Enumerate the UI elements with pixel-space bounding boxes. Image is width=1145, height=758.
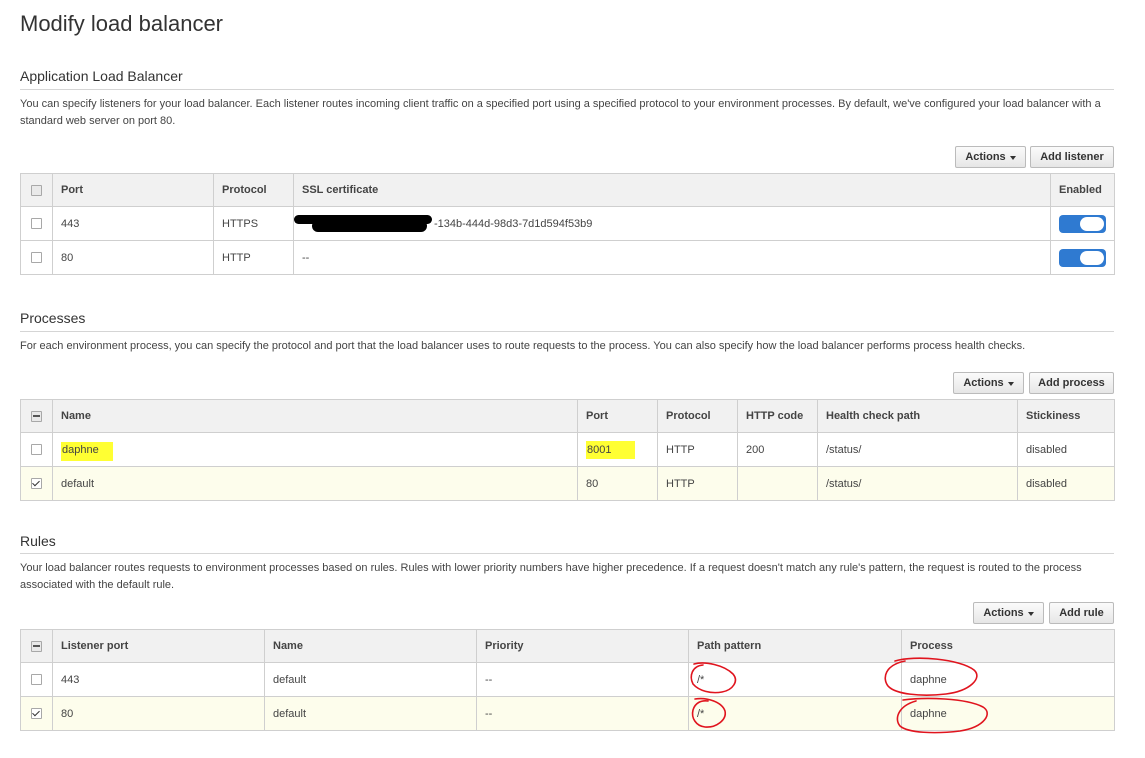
column-header: Port [52, 173, 214, 207]
processes-divider [20, 331, 1114, 332]
processes-section-title: Processes [20, 310, 86, 326]
ssl-certificate: -134b-444d-98d3-7d1d594f53b9 [434, 217, 593, 230]
enabled-toggle[interactable] [1059, 248, 1106, 267]
rule-process: daphne [910, 673, 947, 686]
column-header: Health check path [817, 399, 1018, 433]
listener-protocol: HTTPS [213, 206, 294, 241]
process-name: daphne [61, 441, 113, 461]
row-checkbox[interactable] [31, 478, 42, 490]
row-checkbox[interactable] [31, 444, 42, 456]
processes-description: For each environment process, you can sp… [20, 340, 1026, 352]
add-listener-button[interactable]: Add listener [1030, 146, 1114, 168]
page-title: Modify load balancer [20, 11, 224, 36]
row-checkbox[interactable] [31, 218, 42, 230]
row-checkbox[interactable] [31, 674, 42, 686]
rules-divider [20, 553, 1114, 554]
row-checkbox[interactable] [31, 708, 42, 720]
column-header: Path pattern [688, 629, 902, 663]
process-port: 80 [577, 466, 658, 501]
table-row[interactable]: 443 HTTPS -134b-444d-98d3-7d1d594f53b9 [20, 206, 1115, 241]
column-header: Process [901, 629, 1115, 663]
listener-port: 80 [52, 240, 214, 275]
column-header: SSL certificate [293, 173, 1051, 207]
rule-name: default [264, 696, 477, 731]
rule-priority: -- [476, 662, 689, 697]
processes-table: Name Port Protocol HTTP code Health chec… [20, 399, 1115, 501]
process-protocol: HTTP [657, 466, 738, 501]
table-row[interactable]: 80 default -- /* daphne [20, 696, 1115, 731]
column-header: HTTP code [737, 399, 818, 433]
column-header: Protocol [213, 173, 294, 207]
alb-section-title: Application Load Balancer [20, 68, 183, 84]
table-header-row: Listener port Name Priority Path pattern… [20, 629, 1115, 663]
process-name: default [52, 466, 578, 501]
alb-actions-button[interactable]: Actions [955, 146, 1026, 168]
caret-down-icon [1027, 611, 1034, 616]
rule-path-pattern: /* [697, 707, 705, 720]
listener-port: 443 [52, 206, 214, 241]
select-all-checkbox[interactable] [31, 640, 42, 652]
caret-down-icon [1007, 381, 1014, 386]
rules-section-title: Rules [20, 533, 56, 549]
processes-actions-button[interactable]: Actions [953, 372, 1024, 394]
rule-name: default [264, 662, 477, 697]
rule-priority: -- [476, 696, 689, 731]
process-http-code [737, 466, 818, 501]
column-header: Port [577, 399, 658, 433]
row-checkbox[interactable] [31, 252, 42, 264]
listener-protocol: HTTP [213, 240, 294, 275]
table-row[interactable]: 443 default -- /* daphne [20, 662, 1115, 697]
rule-process: daphne [910, 707, 947, 720]
column-header: Name [52, 399, 578, 433]
alb-actions-label: Actions [965, 151, 1006, 163]
rules-actions-button[interactable]: Actions [973, 602, 1044, 624]
alb-divider [20, 89, 1114, 90]
add-process-button[interactable]: Add process [1029, 372, 1114, 394]
ssl-certificate: -- [293, 240, 1051, 275]
process-http-code: 200 [737, 432, 818, 467]
add-rule-button[interactable]: Add rule [1049, 602, 1114, 624]
table-row[interactable]: daphne 8001 HTTP 200 /status/ disabled [20, 432, 1115, 467]
table-row[interactable]: 80 HTTP -- [20, 240, 1115, 275]
table-row[interactable]: default 80 HTTP /status/ disabled [20, 466, 1115, 501]
caret-down-icon [1009, 155, 1016, 160]
process-stickiness: disabled [1017, 432, 1115, 467]
column-header: Listener port [52, 629, 265, 663]
alb-description: You can specify listeners for your load … [20, 98, 1101, 127]
column-header: Priority [476, 629, 689, 663]
rules-description: Your load balancer routes requests to en… [20, 562, 1082, 591]
processes-actions-label: Actions [963, 377, 1004, 389]
column-header: Protocol [657, 399, 738, 433]
redaction-mark [294, 214, 434, 234]
rule-path-pattern: /* [697, 673, 705, 686]
process-protocol: HTTP [657, 432, 738, 467]
table-header-row: Port Protocol SSL certificate Enabled [20, 173, 1115, 207]
column-header: Stickiness [1017, 399, 1115, 433]
column-header: Name [264, 629, 477, 663]
process-health-path: /status/ [817, 466, 1018, 501]
rule-listener-port: 443 [52, 662, 265, 697]
process-port: 8001 [586, 440, 636, 459]
rules-actions-label: Actions [983, 607, 1024, 619]
select-all-checkbox[interactable] [31, 184, 42, 196]
rules-table: Listener port Name Priority Path pattern… [20, 629, 1115, 731]
process-health-path: /status/ [817, 432, 1018, 467]
table-header-row: Name Port Protocol HTTP code Health chec… [20, 399, 1115, 433]
listeners-table: Port Protocol SSL certificate Enabled 44… [20, 173, 1115, 275]
enabled-toggle[interactable] [1059, 214, 1106, 233]
column-header: Enabled [1050, 173, 1115, 207]
process-stickiness: disabled [1017, 466, 1115, 501]
select-all-checkbox[interactable] [31, 410, 42, 422]
rule-listener-port: 80 [52, 696, 265, 731]
